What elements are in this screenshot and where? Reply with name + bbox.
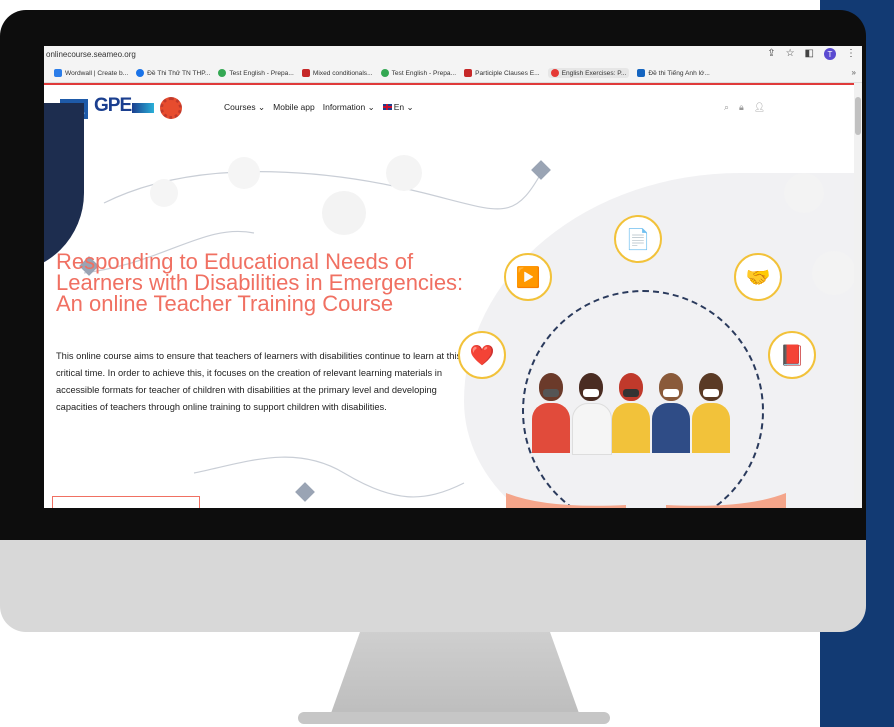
monitor-stand	[330, 632, 580, 716]
hero-title: Responding to Educational Needs of Learn…	[56, 249, 464, 316]
hero-description: This online course aims to ensure that t…	[56, 351, 462, 412]
bookmark-item[interactable]: English Exercises: P...	[547, 68, 630, 78]
bookmark-favicon	[380, 69, 389, 77]
bookmark-item[interactable]: Đề Thi Thử TN THP...	[136, 69, 210, 77]
main-menu: Courses ⌄ Mobile app Information ⌄ En ⌄	[224, 102, 414, 113]
bookmark-item[interactable]: Test English - Prepa...	[380, 69, 456, 77]
uk-flag-icon	[382, 104, 392, 110]
header-icons: ⌕ 🔒︎ 👤︎	[724, 102, 765, 113]
address-bar[interactable]: onlinecourse.seameo.org ⇪ ☆ ◧ T ⋮	[44, 46, 862, 64]
bookmark-item[interactable]: Participle Clauses E...	[464, 69, 540, 77]
heart-bubble-icon: ❤️	[458, 331, 506, 379]
bookmark-favicon	[54, 69, 62, 77]
bookmark-favicon	[637, 69, 646, 77]
child-figure	[532, 373, 570, 453]
bookmark-item[interactable]: Đề thi Tiếng Anh lớ...	[637, 69, 710, 77]
share-icon[interactable]: ⇪	[767, 48, 775, 60]
children-illustration	[532, 373, 730, 455]
url-text[interactable]: onlinecourse.seameo.org	[46, 50, 136, 59]
scrollbar-thumb[interactable]	[855, 97, 861, 135]
page-scrollbar[interactable]	[854, 83, 862, 508]
sidebar-icon[interactable]: ◧	[805, 48, 814, 60]
bookmark-favicon	[464, 69, 473, 77]
supporting-hands	[506, 493, 786, 508]
lock-icon[interactable]: 🔒︎	[739, 102, 744, 113]
hero-section: Responding to Educational Needs of Learn…	[44, 103, 862, 508]
hands-bubble-icon: 🤝	[734, 253, 782, 301]
bookmarks-bar: Wordwall | Create b... Đề Thi Thử TN THP…	[44, 64, 862, 83]
bookmark-item[interactable]: Wordwall | Create b...	[54, 69, 128, 77]
document-bubble-icon: 📄	[614, 215, 662, 263]
monitor-stand-base	[298, 712, 610, 724]
bookmark-item[interactable]: Mixed conditionals...	[301, 69, 373, 77]
book-bubble-icon: 📕	[768, 331, 816, 379]
star-icon[interactable]: ☆	[786, 48, 795, 60]
menu-information[interactable]: Information ⌄	[323, 102, 375, 113]
bookmark-item[interactable]: Test English - Prepa...	[218, 69, 294, 77]
bookmark-favicon	[136, 69, 145, 77]
gpe-logo-tag	[132, 103, 154, 113]
monitor: onlinecourse.seameo.org ⇪ ☆ ◧ T ⋮ Wordwa…	[0, 0, 894, 727]
profile-avatar[interactable]: T	[824, 48, 836, 60]
browser-actions: ⇪ ☆ ◧ T ⋮	[767, 48, 856, 60]
child-figure	[572, 373, 612, 455]
gpe-logo[interactable]: GPE	[94, 95, 132, 117]
search-icon[interactable]: ⌕	[724, 102, 729, 113]
bookmarks-overflow[interactable]: »	[852, 68, 856, 77]
child-figure	[612, 373, 650, 453]
monitor-chin	[0, 540, 866, 632]
bookmark-favicon	[301, 69, 310, 77]
menu-mobile-app[interactable]: Mobile app	[273, 102, 315, 113]
user-icon[interactable]: 👤︎	[754, 102, 765, 113]
browser-screen: onlinecourse.seameo.org ⇪ ☆ ◧ T ⋮ Wordwa…	[44, 46, 862, 508]
bookmark-favicon	[550, 69, 559, 77]
hero-cta-button[interactable]	[52, 496, 200, 508]
child-figure	[652, 373, 690, 453]
menu-language[interactable]: En ⌄	[382, 102, 414, 113]
menu-icon[interactable]: ⋮	[846, 48, 856, 60]
site-header: unesco GPE Courses ⌄ Mobile app Informat…	[44, 83, 854, 133]
bookmark-favicon	[218, 69, 227, 77]
menu-courses[interactable]: Courses ⌄	[224, 102, 265, 113]
child-figure	[692, 373, 730, 453]
seameo-logo[interactable]	[160, 97, 182, 119]
video-bubble-icon: ▶️	[504, 253, 552, 301]
